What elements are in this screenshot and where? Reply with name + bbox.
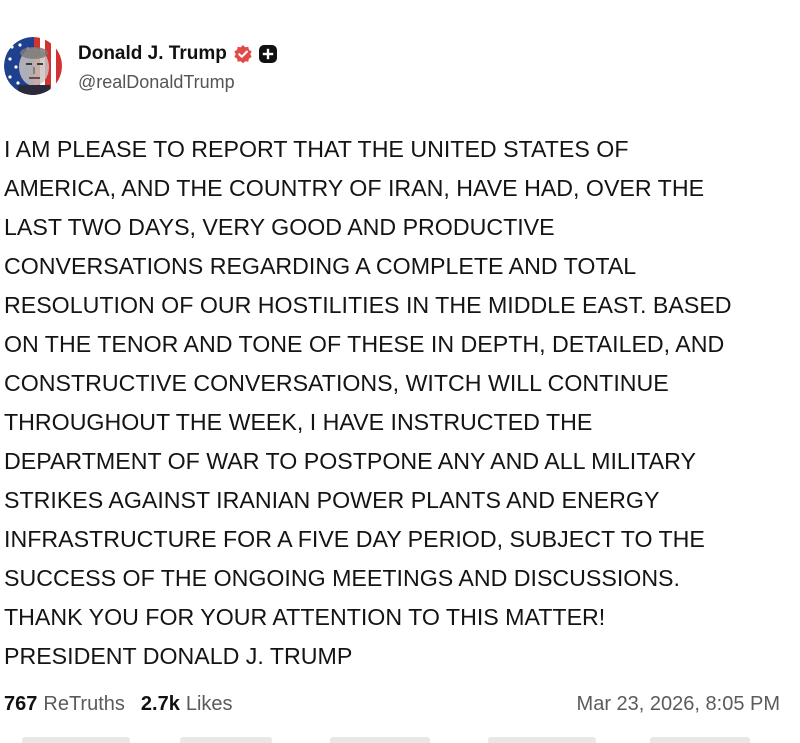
post-header: Donald J. Trump @realDonaldTrump <box>4 34 278 98</box>
name-row: Donald J. Trump <box>78 40 278 68</box>
post-text-line: THANK YOU FOR YOUR ATTENTION TO THIS MAT… <box>4 604 606 630</box>
post-text-line: INFRASTRUCTURE FOR A FIVE DAY PERIOD, SU… <box>4 526 705 552</box>
post-timestamp[interactable]: Mar 23, 2026, 8:05 PM <box>577 693 780 716</box>
retruth-button[interactable] <box>180 737 272 743</box>
post-text-line: CONVERSATIONS REGARDING A COMPLETE AND T… <box>4 253 637 279</box>
post-text-line: THROUGHOUT THE WEEK, I HAVE INSTRUCTED T… <box>4 409 593 435</box>
avatar-image <box>4 37 62 95</box>
post-text-line: SUCCESS OF THE ONGOING MEETINGS AND DISC… <box>4 565 680 591</box>
plus-badge-icon <box>258 44 278 64</box>
avatar[interactable] <box>4 37 62 95</box>
retruths-count: 767 <box>4 692 38 715</box>
post-text-line: I AM PLEASE TO REPORT THAT THE UNITED ST… <box>4 136 629 162</box>
like-button[interactable] <box>330 737 430 743</box>
share-button[interactable] <box>488 737 596 743</box>
post-text-line: ON THE TENOR AND TONE OF THESE IN DEPTH,… <box>4 331 725 357</box>
action-bar <box>0 737 800 743</box>
post-text-line: PRESIDENT DONALD J. TRUMP <box>4 643 353 669</box>
post-text-line: RESOLUTION OF OUR HOSTILITIES IN THE MID… <box>4 292 732 318</box>
author-info: Donald J. Trump @realDonaldTrump <box>78 40 278 93</box>
post-text-line: AMERICA, AND THE COUNTRY OF IRAN, HAVE H… <box>4 175 705 201</box>
post-text-line: LAST TWO DAYS, VERY GOOD AND PRODUCTIVE <box>4 214 555 240</box>
post-text-line: DEPARTMENT OF WAR TO POSTPONE ANY AND AL… <box>4 448 696 474</box>
likes-count: 2.7k <box>140 692 180 715</box>
likes-stat[interactable]: 2.7k Likes <box>141 693 233 716</box>
retruths-stat[interactable]: 767 ReTruths <box>4 693 125 716</box>
post-text: I AM PLEASE TO REPORT THAT THE UNITED ST… <box>4 130 796 676</box>
post-text-line: STRIKES AGAINST IRANIAN POWER PLANTS AND… <box>4 487 660 513</box>
post-stats: 767 ReTruths 2.7k Likes Mar 23, 2026, 8:… <box>4 690 780 718</box>
more-button[interactable] <box>650 737 750 743</box>
retruths-label: ReTruths <box>43 692 125 715</box>
reply-button[interactable] <box>22 737 130 743</box>
likes-label: Likes <box>185 692 233 715</box>
author-display-name[interactable]: Donald J. Trump <box>78 43 227 65</box>
verified-badge-icon <box>233 44 253 64</box>
author-handle[interactable]: @realDonaldTrump <box>78 72 278 93</box>
post-text-line: CONSTRUCTIVE CONVERSATIONS, WITCH WILL C… <box>4 370 669 396</box>
